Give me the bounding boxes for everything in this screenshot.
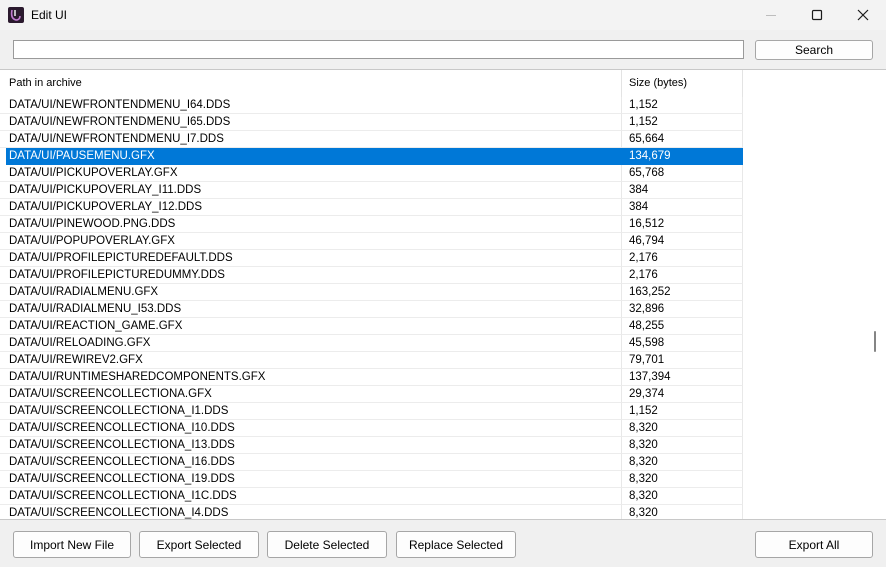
row-size-cell: 8,320 [622, 454, 743, 471]
close-icon [857, 9, 869, 21]
row-size-cell: 29,374 [622, 386, 743, 403]
table-row[interactable]: DATA/UI/RADIALMENU_I53.DDS 32,896 [0, 301, 866, 318]
table-row[interactable]: DATA/UI/SCREENCOLLECTIONA_I13.DDS 8,320 [0, 437, 866, 454]
row-size-cell: 137,394 [622, 369, 743, 386]
row-size-cell: 65,664 [622, 131, 743, 148]
row-path-cell: DATA/UI/RADIALMENU.GFX [0, 284, 622, 301]
row-size-cell: 384 [622, 199, 743, 216]
row-size-cell: 134,679 [622, 148, 743, 165]
row-size-cell: 2,176 [622, 267, 743, 284]
table-row[interactable]: DATA/UI/PICKUPOVERLAY_I12.DDS 384 [0, 199, 866, 216]
row-path-cell: DATA/UI/SCREENCOLLECTIONA_I10.DDS [0, 420, 622, 437]
export-selected-button[interactable]: Export Selected [139, 531, 259, 558]
table-row[interactable]: DATA/UI/PICKUPOVERLAY_I11.DDS 384 [0, 182, 866, 199]
table-row[interactable]: DATA/UI/PICKUPOVERLAY.GFX 65,768 [0, 165, 866, 182]
row-size-cell: 384 [622, 182, 743, 199]
table-row[interactable]: DATA/UI/POPUPOVERLAY.GFX 46,794 [0, 233, 866, 250]
table-row[interactable]: DATA/UI/RUNTIMESHAREDCOMPONENTS.GFX 137,3… [0, 369, 866, 386]
search-button[interactable]: Search [755, 40, 873, 60]
import-new-file-button[interactable]: Import New File [13, 531, 131, 558]
delete-selected-button[interactable]: Delete Selected [267, 531, 387, 558]
table-row[interactable]: DATA/UI/RADIALMENU.GFX 163,252 [0, 284, 866, 301]
row-size-cell: 8,320 [622, 420, 743, 437]
row-path-cell: DATA/UI/REACTION_GAME.GFX [0, 318, 622, 335]
table-row[interactable]: DATA/UI/SCREENCOLLECTIONA_I4.DDS 8,320 [0, 505, 866, 519]
row-size-cell: 8,320 [622, 471, 743, 488]
table-row[interactable]: DATA/UI/SCREENCOLLECTIONA.GFX 29,374 [0, 386, 866, 403]
column-header-size[interactable]: Size (bytes) [622, 70, 743, 97]
row-path-cell: DATA/UI/SCREENCOLLECTIONA_I13.DDS [0, 437, 622, 454]
maximize-icon [811, 9, 823, 21]
row-path-cell: DATA/UI/REWIREV2.GFX [0, 352, 622, 369]
window-title: Edit UI [31, 8, 68, 22]
minimize-button[interactable] [748, 0, 794, 30]
vertical-scrollbar[interactable] [866, 70, 886, 519]
table-row[interactable]: DATA/UI/SCREENCOLLECTIONA_I10.DDS 8,320 [0, 420, 866, 437]
row-path-cell: DATA/UI/PINEWOOD.PNG.DDS [0, 216, 622, 233]
row-size-cell: 16,512 [622, 216, 743, 233]
row-path-cell: DATA/UI/SCREENCOLLECTIONA_I19.DDS [0, 471, 622, 488]
table-row[interactable]: DATA/UI/PINEWOOD.PNG.DDS 16,512 [0, 216, 866, 233]
row-size-cell: 163,252 [622, 284, 743, 301]
row-path-cell: DATA/UI/SCREENCOLLECTIONA_I16.DDS [0, 454, 622, 471]
table-row[interactable]: DATA/UI/RELOADING.GFX 45,598 [0, 335, 866, 352]
row-path-cell: DATA/UI/NEWFRONTENDMENU_I7.DDS [0, 131, 622, 148]
row-size-cell: 46,794 [622, 233, 743, 250]
table-row[interactable]: DATA/UI/NEWFRONTENDMENU_I64.DDS 1,152 [0, 97, 866, 114]
row-size-cell: 1,152 [622, 403, 743, 420]
row-size-cell: 45,598 [622, 335, 743, 352]
list-rows: DATA/UI/NEWFRONTENDMENU_I64.DDS 1,152 DATA… [0, 97, 866, 519]
row-size-cell: 8,320 [622, 505, 743, 519]
row-path-cell: DATA/UI/PROFILEPICTUREDUMMY.DDS [0, 267, 622, 284]
row-size-cell: 48,255 [622, 318, 743, 335]
row-size-cell: 32,896 [622, 301, 743, 318]
row-size-cell: 1,152 [622, 97, 743, 114]
scrollbar-thumb[interactable] [874, 331, 876, 352]
export-all-button[interactable]: Export All [755, 531, 873, 558]
row-path-cell: DATA/UI/PICKUPOVERLAY_I12.DDS [0, 199, 622, 216]
close-button[interactable] [840, 0, 886, 30]
file-list[interactable]: Path in archive Size (bytes) DATA/UI/NEW… [0, 69, 886, 520]
row-path-cell: DATA/UI/NEWFRONTENDMENU_I65.DDS [0, 114, 622, 131]
table-row[interactable]: DATA/UI/SCREENCOLLECTIONA_I1.DDS 1,152 [0, 403, 866, 420]
row-path-cell: DATA/UI/SCREENCOLLECTIONA_I1C.DDS [0, 488, 622, 505]
row-size-cell: 1,152 [622, 114, 743, 131]
table-row[interactable]: DATA/UI/PROFILEPICTUREDUMMY.DDS 2,176 [0, 267, 866, 284]
maximize-button[interactable] [794, 0, 840, 30]
row-size-cell: 2,176 [622, 250, 743, 267]
row-size-cell: 65,768 [622, 165, 743, 182]
column-header-path[interactable]: Path in archive [0, 70, 622, 97]
table-row[interactable]: DATA/UI/NEWFRONTENDMENU_I65.DDS 1,152 [0, 114, 866, 131]
row-path-cell: DATA/UI/RUNTIMESHAREDCOMPONENTS.GFX [0, 369, 622, 386]
minimize-icon [766, 15, 776, 16]
table-row[interactable]: DATA/UI/PAUSEMENU.GFX 134,679 [0, 148, 866, 165]
row-path-cell: DATA/UI/RADIALMENU_I53.DDS [0, 301, 622, 318]
table-row[interactable]: DATA/UI/SCREENCOLLECTIONA_I1C.DDS 8,320 [0, 488, 866, 505]
table-row[interactable]: DATA/UI/REACTION_GAME.GFX 48,255 [0, 318, 866, 335]
row-path-cell: DATA/UI/PICKUPOVERLAY_I11.DDS [0, 182, 622, 199]
search-input[interactable] [13, 40, 744, 59]
row-path-cell: DATA/UI/PICKUPOVERLAY.GFX [0, 165, 622, 182]
row-path-cell: DATA/UI/PROFILEPICTUREDEFAULT.DDS [0, 250, 622, 267]
table-row[interactable]: DATA/UI/NEWFRONTENDMENU_I7.DDS 65,664 [0, 131, 866, 148]
title-bar: Edit UI [0, 0, 886, 30]
row-path-cell: DATA/UI/POPUPOVERLAY.GFX [0, 233, 622, 250]
table-row[interactable]: DATA/UI/REWIREV2.GFX 79,701 [0, 352, 866, 369]
app-icon [8, 7, 24, 23]
list-header: Path in archive Size (bytes) [0, 70, 866, 97]
row-path-cell: DATA/UI/PAUSEMENU.GFX [6, 148, 622, 165]
row-path-cell: DATA/UI/SCREENCOLLECTIONA_I4.DDS [0, 505, 622, 519]
row-size-cell: 8,320 [622, 488, 743, 505]
row-path-cell: DATA/UI/NEWFRONTENDMENU_I64.DDS [0, 97, 622, 114]
row-path-cell: DATA/UI/RELOADING.GFX [0, 335, 622, 352]
row-path-cell: DATA/UI/SCREENCOLLECTIONA.GFX [0, 386, 622, 403]
row-path-cell: DATA/UI/SCREENCOLLECTIONA_I1.DDS [0, 403, 622, 420]
table-row[interactable]: DATA/UI/PROFILEPICTUREDEFAULT.DDS 2,176 [0, 250, 866, 267]
table-row[interactable]: DATA/UI/SCREENCOLLECTIONA_I16.DDS 8,320 [0, 454, 866, 471]
row-size-cell: 79,701 [622, 352, 743, 369]
replace-selected-button[interactable]: Replace Selected [396, 531, 516, 558]
table-row[interactable]: DATA/UI/SCREENCOLLECTIONA_I19.DDS 8,320 [0, 471, 866, 488]
row-size-cell: 8,320 [622, 437, 743, 454]
